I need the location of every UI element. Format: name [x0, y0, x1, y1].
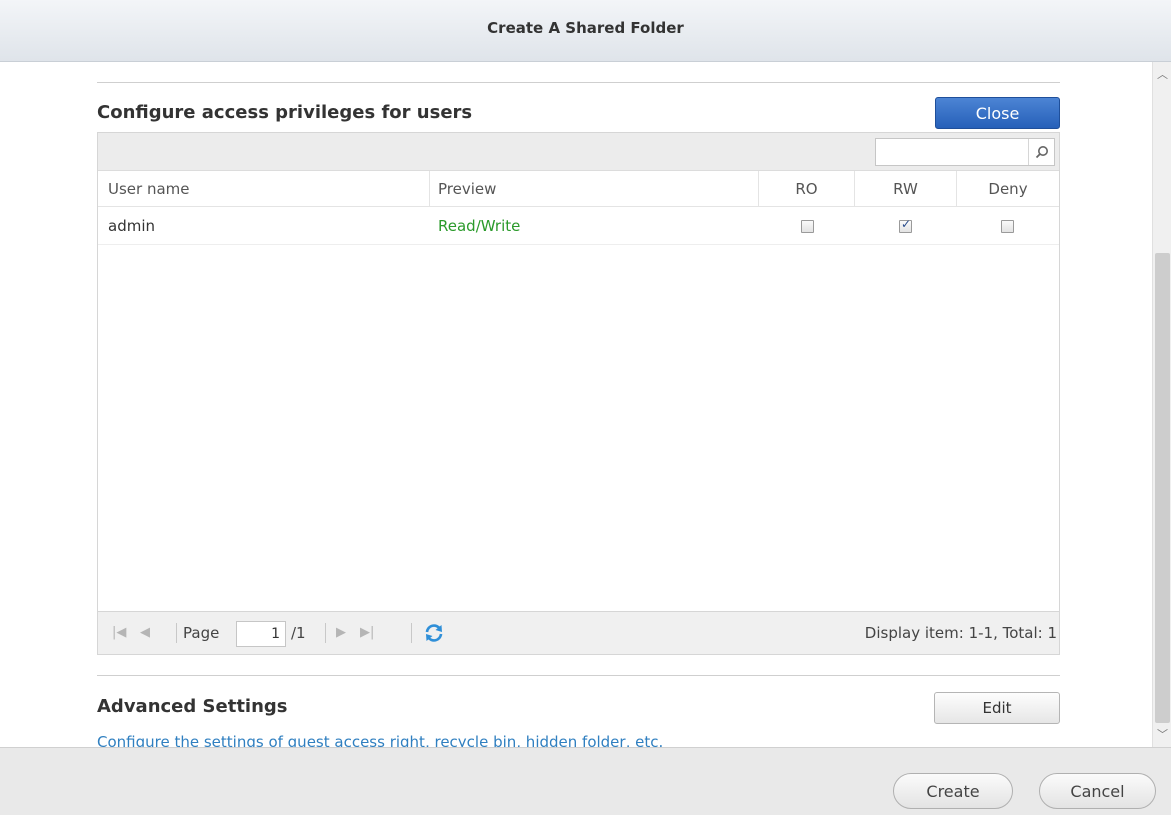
advanced-settings-description: Configure the settings of guest access r…	[97, 733, 664, 747]
column-rw[interactable]: RW	[855, 171, 957, 207]
table-row[interactable]: admin Read/Write	[98, 207, 1059, 245]
display-item-info: Display item: 1-1, Total: 1	[864, 624, 1057, 642]
refresh-icon[interactable]	[423, 622, 445, 644]
pagination-bar: |◀ ◀ Page 1 /1 ▶ ▶| Display item: 1-1, T…	[98, 611, 1059, 654]
next-page-icon[interactable]: ▶	[336, 625, 346, 640]
prev-page-icon[interactable]: ◀	[140, 625, 150, 640]
dialog-footer: Create Cancel	[0, 747, 1171, 815]
search-icon[interactable]	[1028, 139, 1054, 165]
section-divider	[97, 675, 1060, 676]
scroll-up-icon[interactable]: ︿	[1153, 66, 1171, 84]
page-number-input[interactable]: 1	[236, 621, 286, 647]
column-preview[interactable]: Preview	[430, 171, 759, 207]
grid-column-header: User name Preview RO RW Deny	[98, 171, 1059, 207]
cancel-button[interactable]: Cancel	[1039, 773, 1156, 809]
scroll-down-icon[interactable]: ﹀	[1153, 726, 1171, 744]
ro-checkbox[interactable]	[801, 220, 814, 233]
page-label: Page	[183, 624, 220, 642]
dialog-title: Create A Shared Folder	[487, 18, 684, 37]
first-page-icon[interactable]: |◀	[112, 625, 126, 640]
page-total: /1	[291, 624, 306, 642]
vertical-scrollbar[interactable]: ︿ ﹀	[1152, 62, 1171, 747]
deny-checkbox[interactable]	[1001, 220, 1014, 233]
rw-checkbox[interactable]	[899, 217, 912, 233]
access-section-title: Configure access privileges for users	[97, 102, 473, 123]
edit-button[interactable]: Edit	[934, 692, 1060, 724]
create-button[interactable]: Create	[893, 773, 1013, 809]
dialog-content: Configure access privileges for users Cl…	[0, 62, 1152, 747]
column-ro[interactable]: RO	[759, 171, 855, 207]
scrollbar-thumb[interactable]	[1155, 253, 1170, 723]
user-access-grid: User name Preview RO RW Deny admin Read/…	[97, 132, 1060, 655]
row-preview: Read/Write	[438, 217, 521, 235]
last-page-icon[interactable]: ▶|	[360, 625, 374, 640]
grid-toolbar	[98, 133, 1059, 171]
column-user-name[interactable]: User name	[98, 171, 430, 207]
search-input[interactable]	[875, 138, 1055, 166]
row-user-name: admin	[108, 217, 155, 235]
advanced-settings-title: Advanced Settings	[97, 696, 288, 717]
column-deny[interactable]: Deny	[957, 171, 1059, 207]
pager-divider	[325, 623, 326, 643]
section-divider	[97, 82, 1060, 83]
pager-divider	[176, 623, 177, 643]
close-button[interactable]: Close	[935, 97, 1060, 129]
dialog-titlebar: Create A Shared Folder	[0, 0, 1171, 62]
pager-divider	[411, 623, 412, 643]
